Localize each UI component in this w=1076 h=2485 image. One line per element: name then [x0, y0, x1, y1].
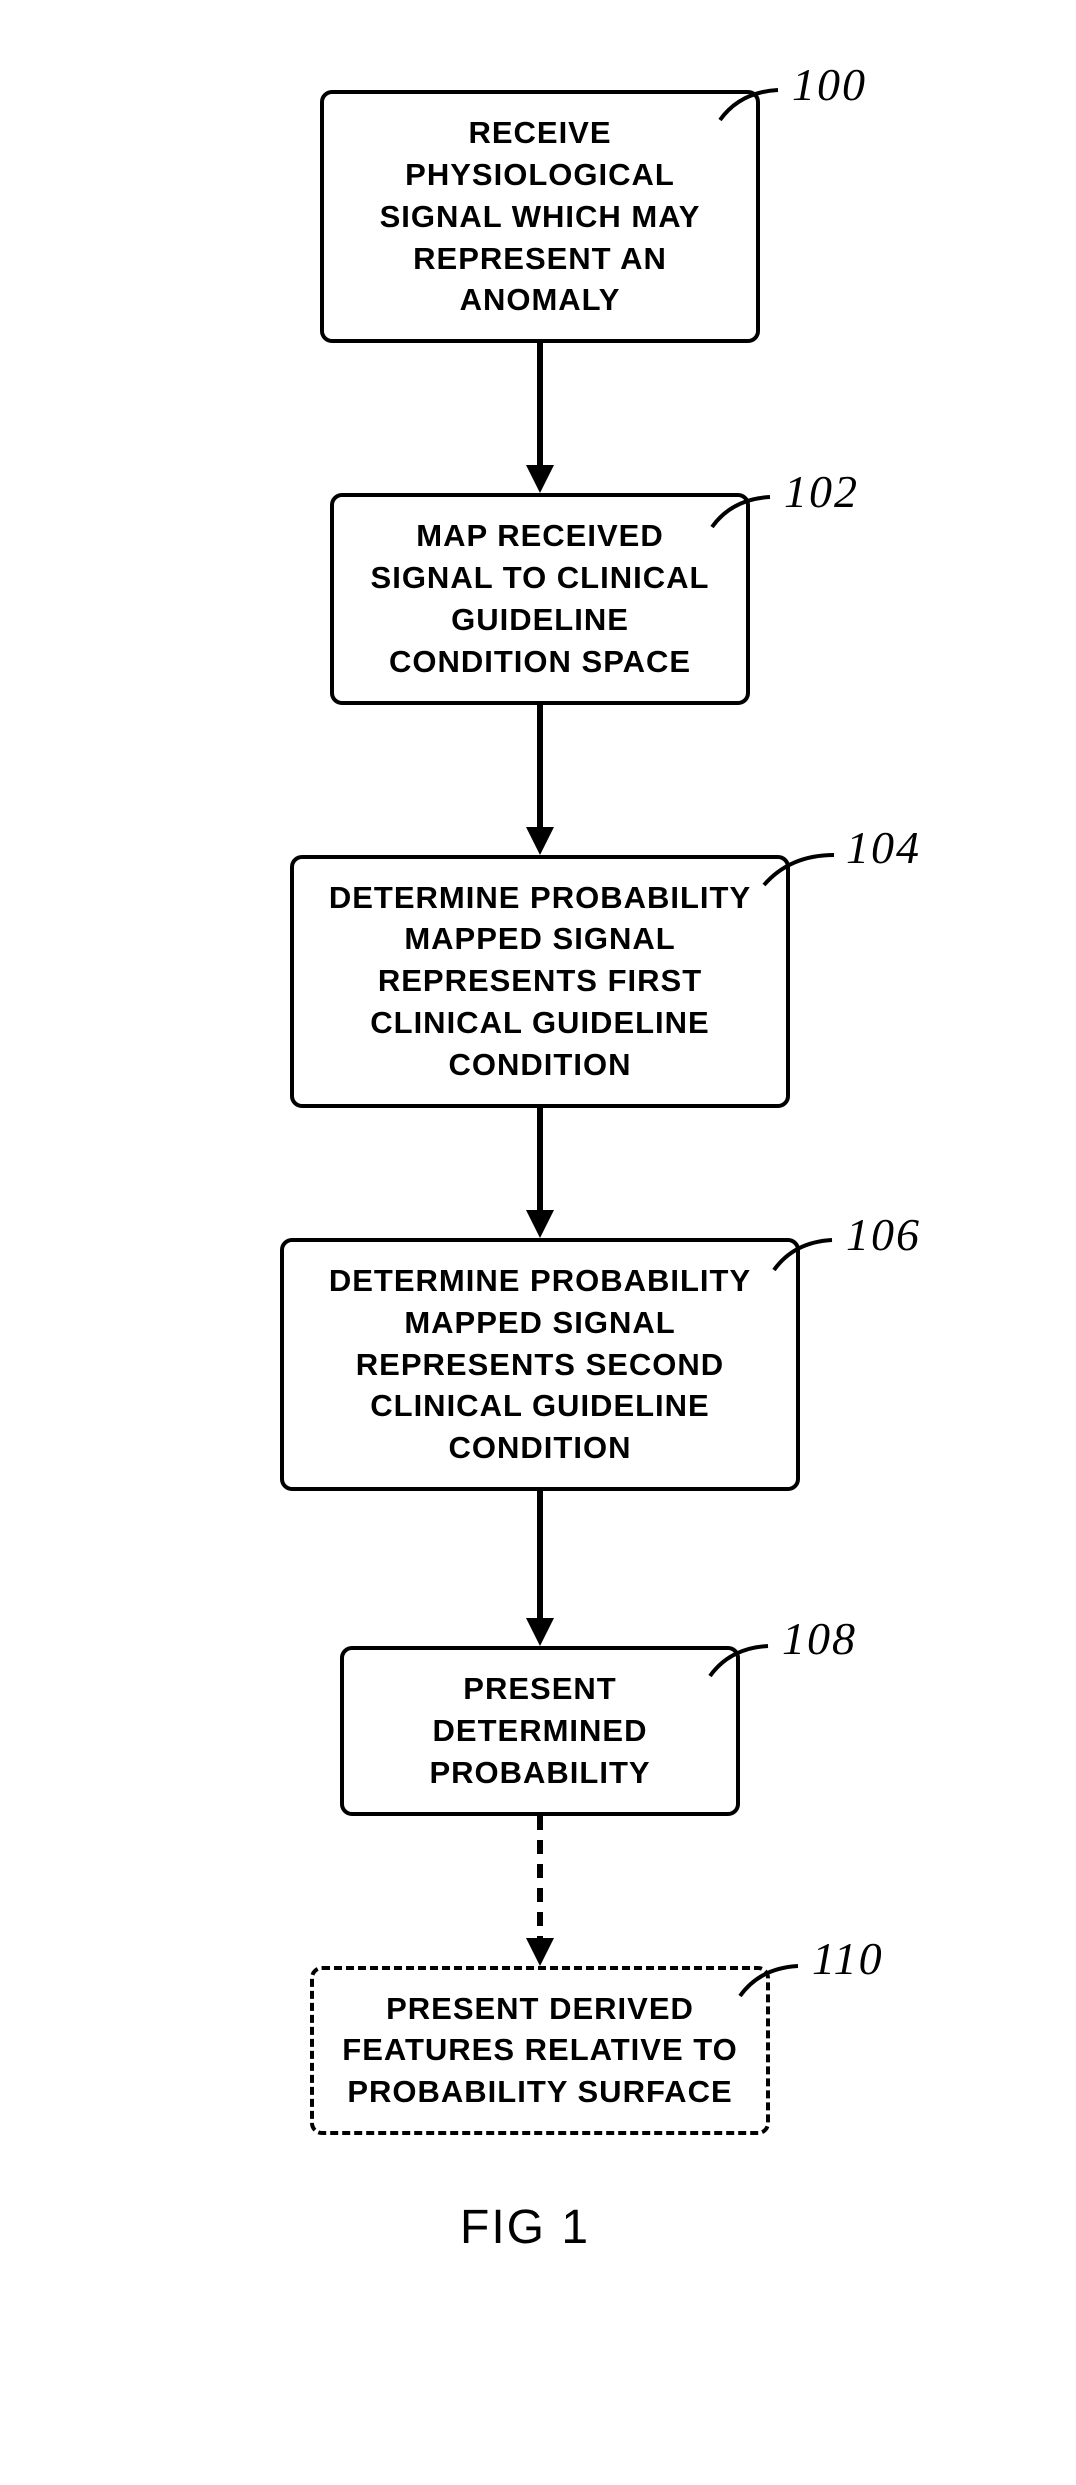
connector-106-108 — [520, 1491, 560, 1646]
ref-label-104: 104 — [846, 821, 921, 874]
connector-108-110 — [520, 1816, 560, 1966]
leader-line-110 — [738, 1960, 808, 2000]
node-102-wrap: MAP RECEIVED SIGNAL TO CLINICAL GUIDELIN… — [220, 493, 860, 704]
page: RECEIVE PHYSIOLOGICAL SIGNAL WHICH MAY R… — [0, 0, 1076, 2485]
node-106-wrap: DETERMINE PROBABILITY MAPPED SIGNAL REPR… — [220, 1238, 860, 1491]
node-present-prob: PRESENT DETERMINED PROBABILITY — [340, 1646, 740, 1816]
ref-label-106: 106 — [846, 1208, 921, 1261]
ref-label-102: 102 — [784, 465, 859, 518]
node-108-wrap: PRESENT DETERMINED PROBABILITY 108 — [220, 1646, 860, 1816]
flowchart: RECEIVE PHYSIOLOGICAL SIGNAL WHICH MAY R… — [220, 90, 860, 2135]
ref-label-108: 108 — [782, 1612, 857, 1665]
node-map-signal: MAP RECEIVED SIGNAL TO CLINICAL GUIDELIN… — [330, 493, 750, 704]
node-100-wrap: RECEIVE PHYSIOLOGICAL SIGNAL WHICH MAY R… — [220, 90, 860, 343]
leader-line-106 — [772, 1234, 842, 1274]
connector-104-106 — [520, 1108, 560, 1238]
leader-line-104 — [762, 849, 842, 889]
leader-line-100 — [718, 84, 788, 124]
figure-caption: FIG 1 — [460, 2200, 590, 2255]
leader-line-102 — [710, 491, 780, 531]
connector-102-104 — [520, 705, 560, 855]
node-receive-signal: RECEIVE PHYSIOLOGICAL SIGNAL WHICH MAY R… — [320, 90, 760, 343]
ref-label-110: 110 — [812, 1932, 884, 1985]
node-present-features: PRESENT DERIVED FEATURES RELATIVE TO PRO… — [310, 1966, 770, 2136]
node-104-wrap: DETERMINE PROBABILITY MAPPED SIGNAL REPR… — [220, 855, 860, 1108]
node-110-wrap: PRESENT DERIVED FEATURES RELATIVE TO PRO… — [220, 1966, 860, 2136]
leader-line-108 — [708, 1640, 778, 1680]
connector-100-102 — [520, 343, 560, 493]
node-prob-first: DETERMINE PROBABILITY MAPPED SIGNAL REPR… — [290, 855, 790, 1108]
node-prob-second: DETERMINE PROBABILITY MAPPED SIGNAL REPR… — [280, 1238, 800, 1491]
ref-label-100: 100 — [792, 58, 867, 111]
